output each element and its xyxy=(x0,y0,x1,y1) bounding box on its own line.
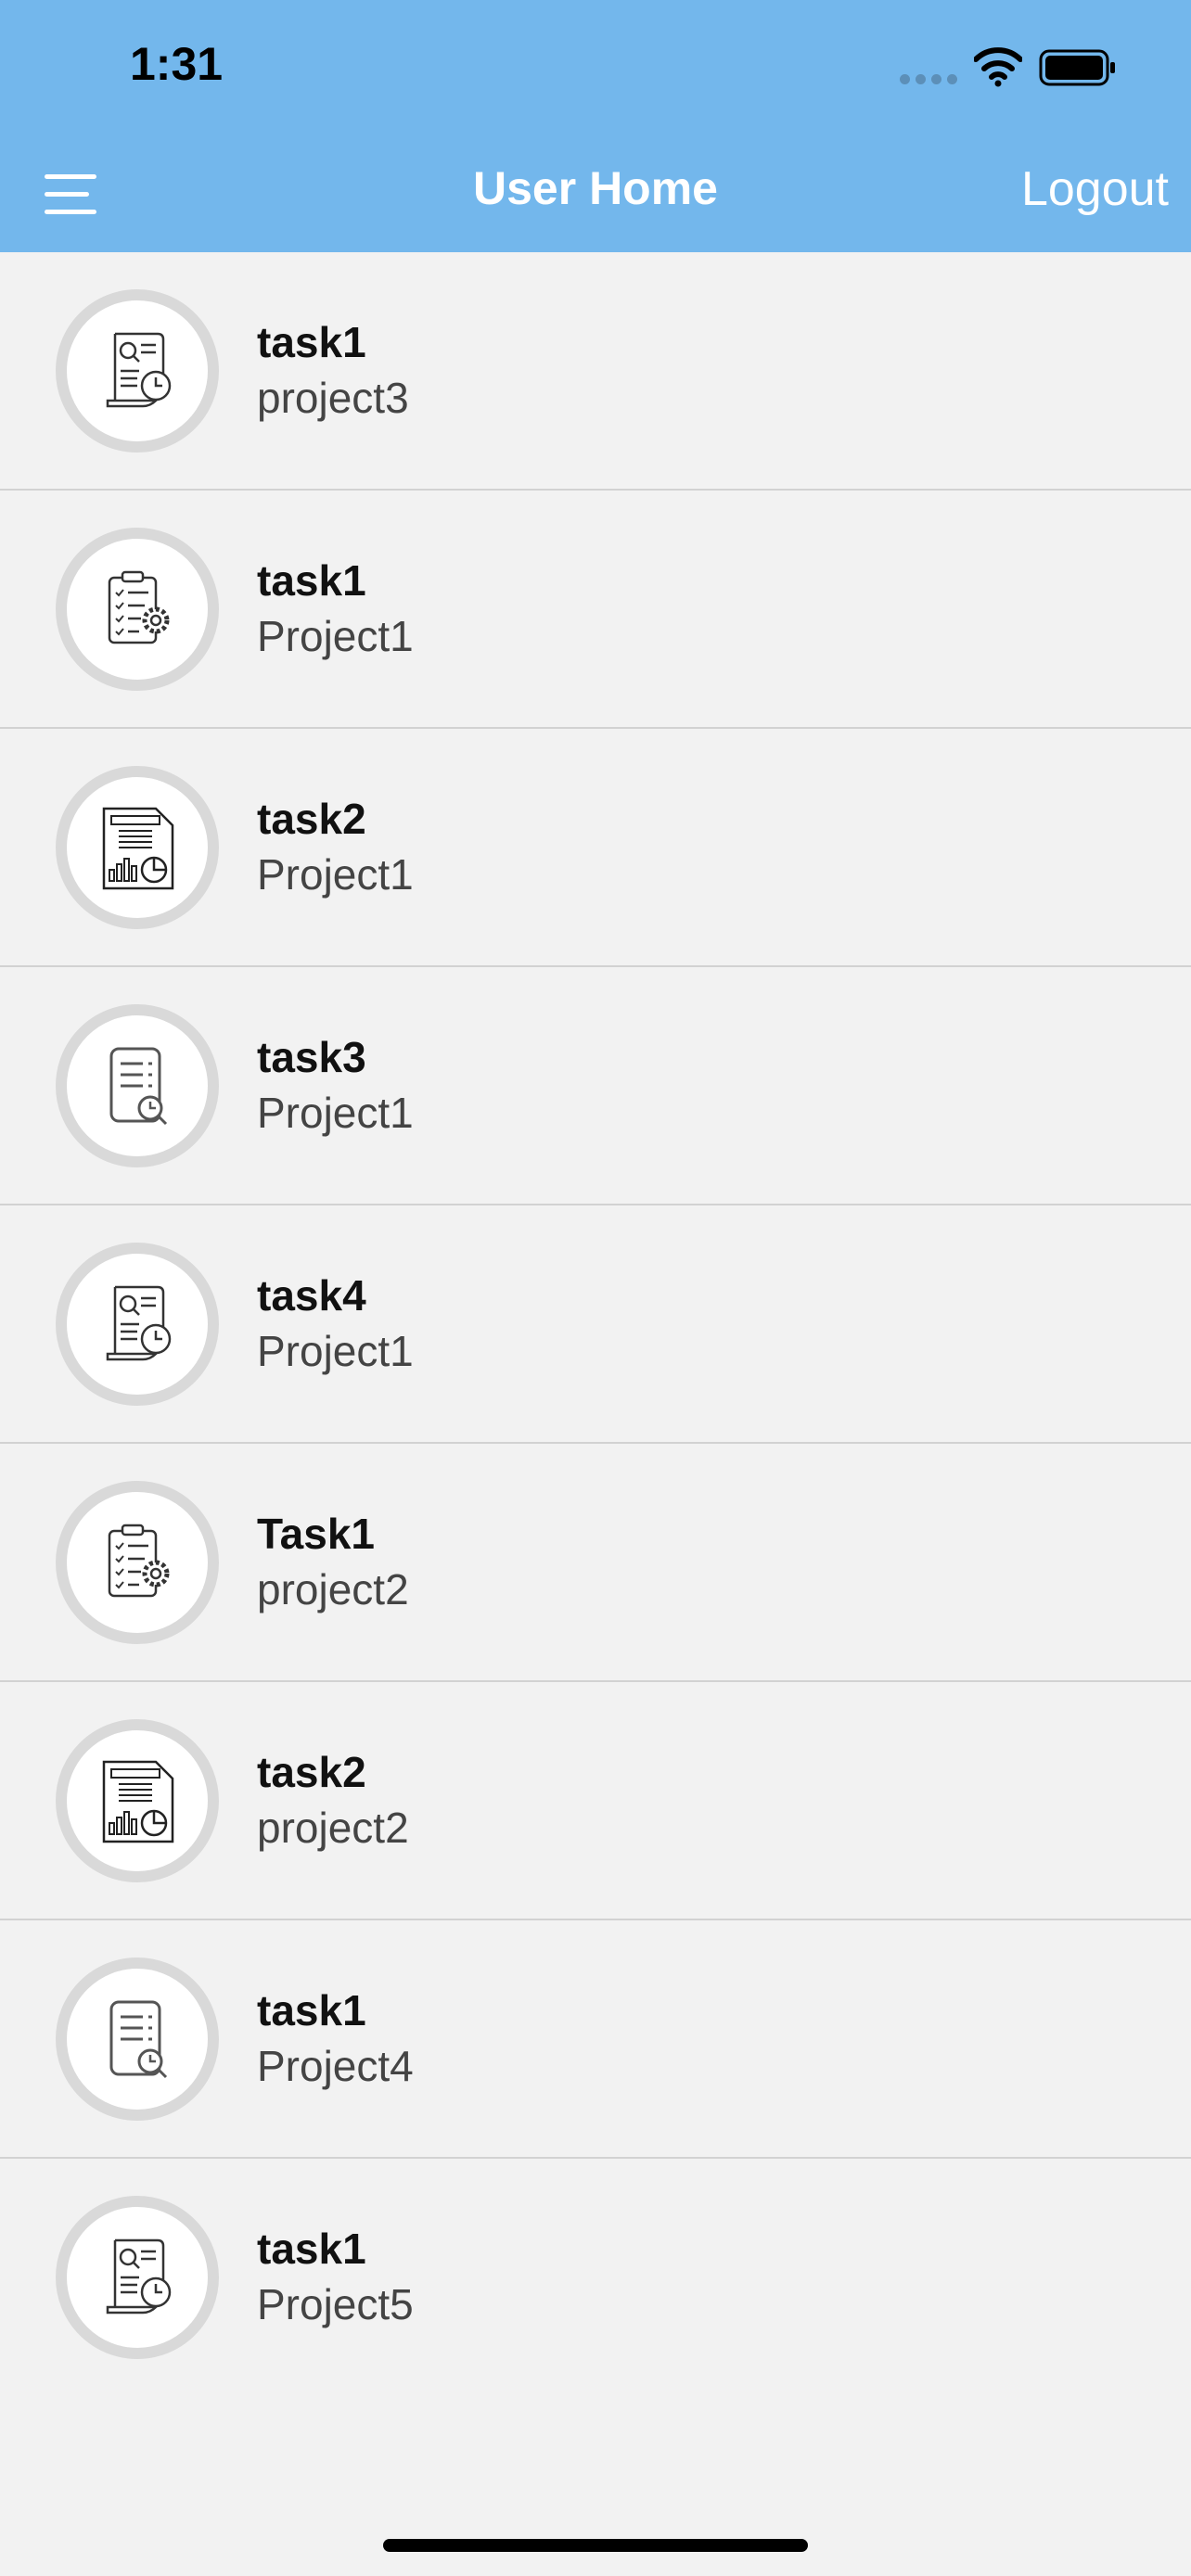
project-name: project2 xyxy=(257,1804,409,1852)
task-avatar xyxy=(56,528,219,691)
clipboard-gear-icon xyxy=(108,1524,170,1598)
task-name: task2 xyxy=(257,1748,366,1796)
battery-icon xyxy=(1039,49,1115,86)
app-header: 1:31 User Home Logout xyxy=(0,0,1191,252)
task-name: task1 xyxy=(257,1986,366,2034)
task-list-item[interactable]: task1 Project1 xyxy=(0,491,1191,729)
task-name: task1 xyxy=(257,318,366,366)
task-name: task2 xyxy=(257,795,366,843)
task-avatar xyxy=(56,1243,219,1406)
page-title: User Home xyxy=(473,162,718,214)
project-name: project3 xyxy=(257,374,409,422)
cellular-signal-icon xyxy=(900,74,957,85)
task-avatar xyxy=(56,1481,219,1644)
task-list-item[interactable]: Task1 project2 xyxy=(0,1444,1191,1682)
clipboard-gear-icon xyxy=(108,570,170,644)
task-list-item[interactable]: task1 Project4 xyxy=(0,1920,1191,2159)
task-name: task1 xyxy=(257,2225,366,2273)
task-list-item[interactable]: task1 Project5 xyxy=(0,2159,1191,2397)
home-indicator xyxy=(383,2539,808,2552)
project-name: project2 xyxy=(257,1565,409,1613)
task-list-item[interactable]: task2 Project1 xyxy=(0,729,1191,967)
task-name: task3 xyxy=(257,1033,366,1081)
project-name: Project1 xyxy=(257,850,414,899)
task-list-item[interactable]: task4 Project1 xyxy=(0,1205,1191,1444)
task-list-item[interactable]: task1 project3 xyxy=(0,252,1191,491)
task-avatar xyxy=(56,1719,219,1882)
task-list-item[interactable]: task3 Project1 xyxy=(0,967,1191,1205)
report-search-clock-icon xyxy=(106,2238,172,2315)
task-name: task1 xyxy=(257,556,366,605)
task-avatar xyxy=(56,1958,219,2121)
project-name: Project1 xyxy=(257,1089,414,1137)
status-time: 1:31 xyxy=(130,38,224,90)
report-search-clock-icon xyxy=(106,332,172,408)
document-clock-icon xyxy=(109,2000,168,2079)
document-chart-icon xyxy=(102,1760,174,1843)
report-search-clock-icon xyxy=(106,1285,172,1361)
document-clock-icon xyxy=(109,1047,168,1126)
task-name: Task1 xyxy=(257,1510,376,1558)
project-name: Project1 xyxy=(257,612,414,660)
task-avatar xyxy=(56,766,219,929)
project-name: Project5 xyxy=(257,2280,414,2328)
task-avatar xyxy=(56,2196,219,2359)
logout-button[interactable]: Logout xyxy=(1021,161,1169,217)
task-name: task4 xyxy=(257,1271,366,1320)
task-avatar xyxy=(56,289,219,453)
project-name: Project1 xyxy=(257,1327,414,1375)
wifi-icon xyxy=(974,47,1022,87)
project-name: Project4 xyxy=(257,2042,414,2090)
task-list: task1 project3 task1 Project1 task2 Project1 t… xyxy=(0,252,1191,2397)
task-list-item[interactable]: task2 project2 xyxy=(0,1682,1191,1920)
document-chart-icon xyxy=(102,807,174,890)
task-avatar xyxy=(56,1004,219,1167)
nav-bar: User Home Logout xyxy=(0,139,1191,250)
